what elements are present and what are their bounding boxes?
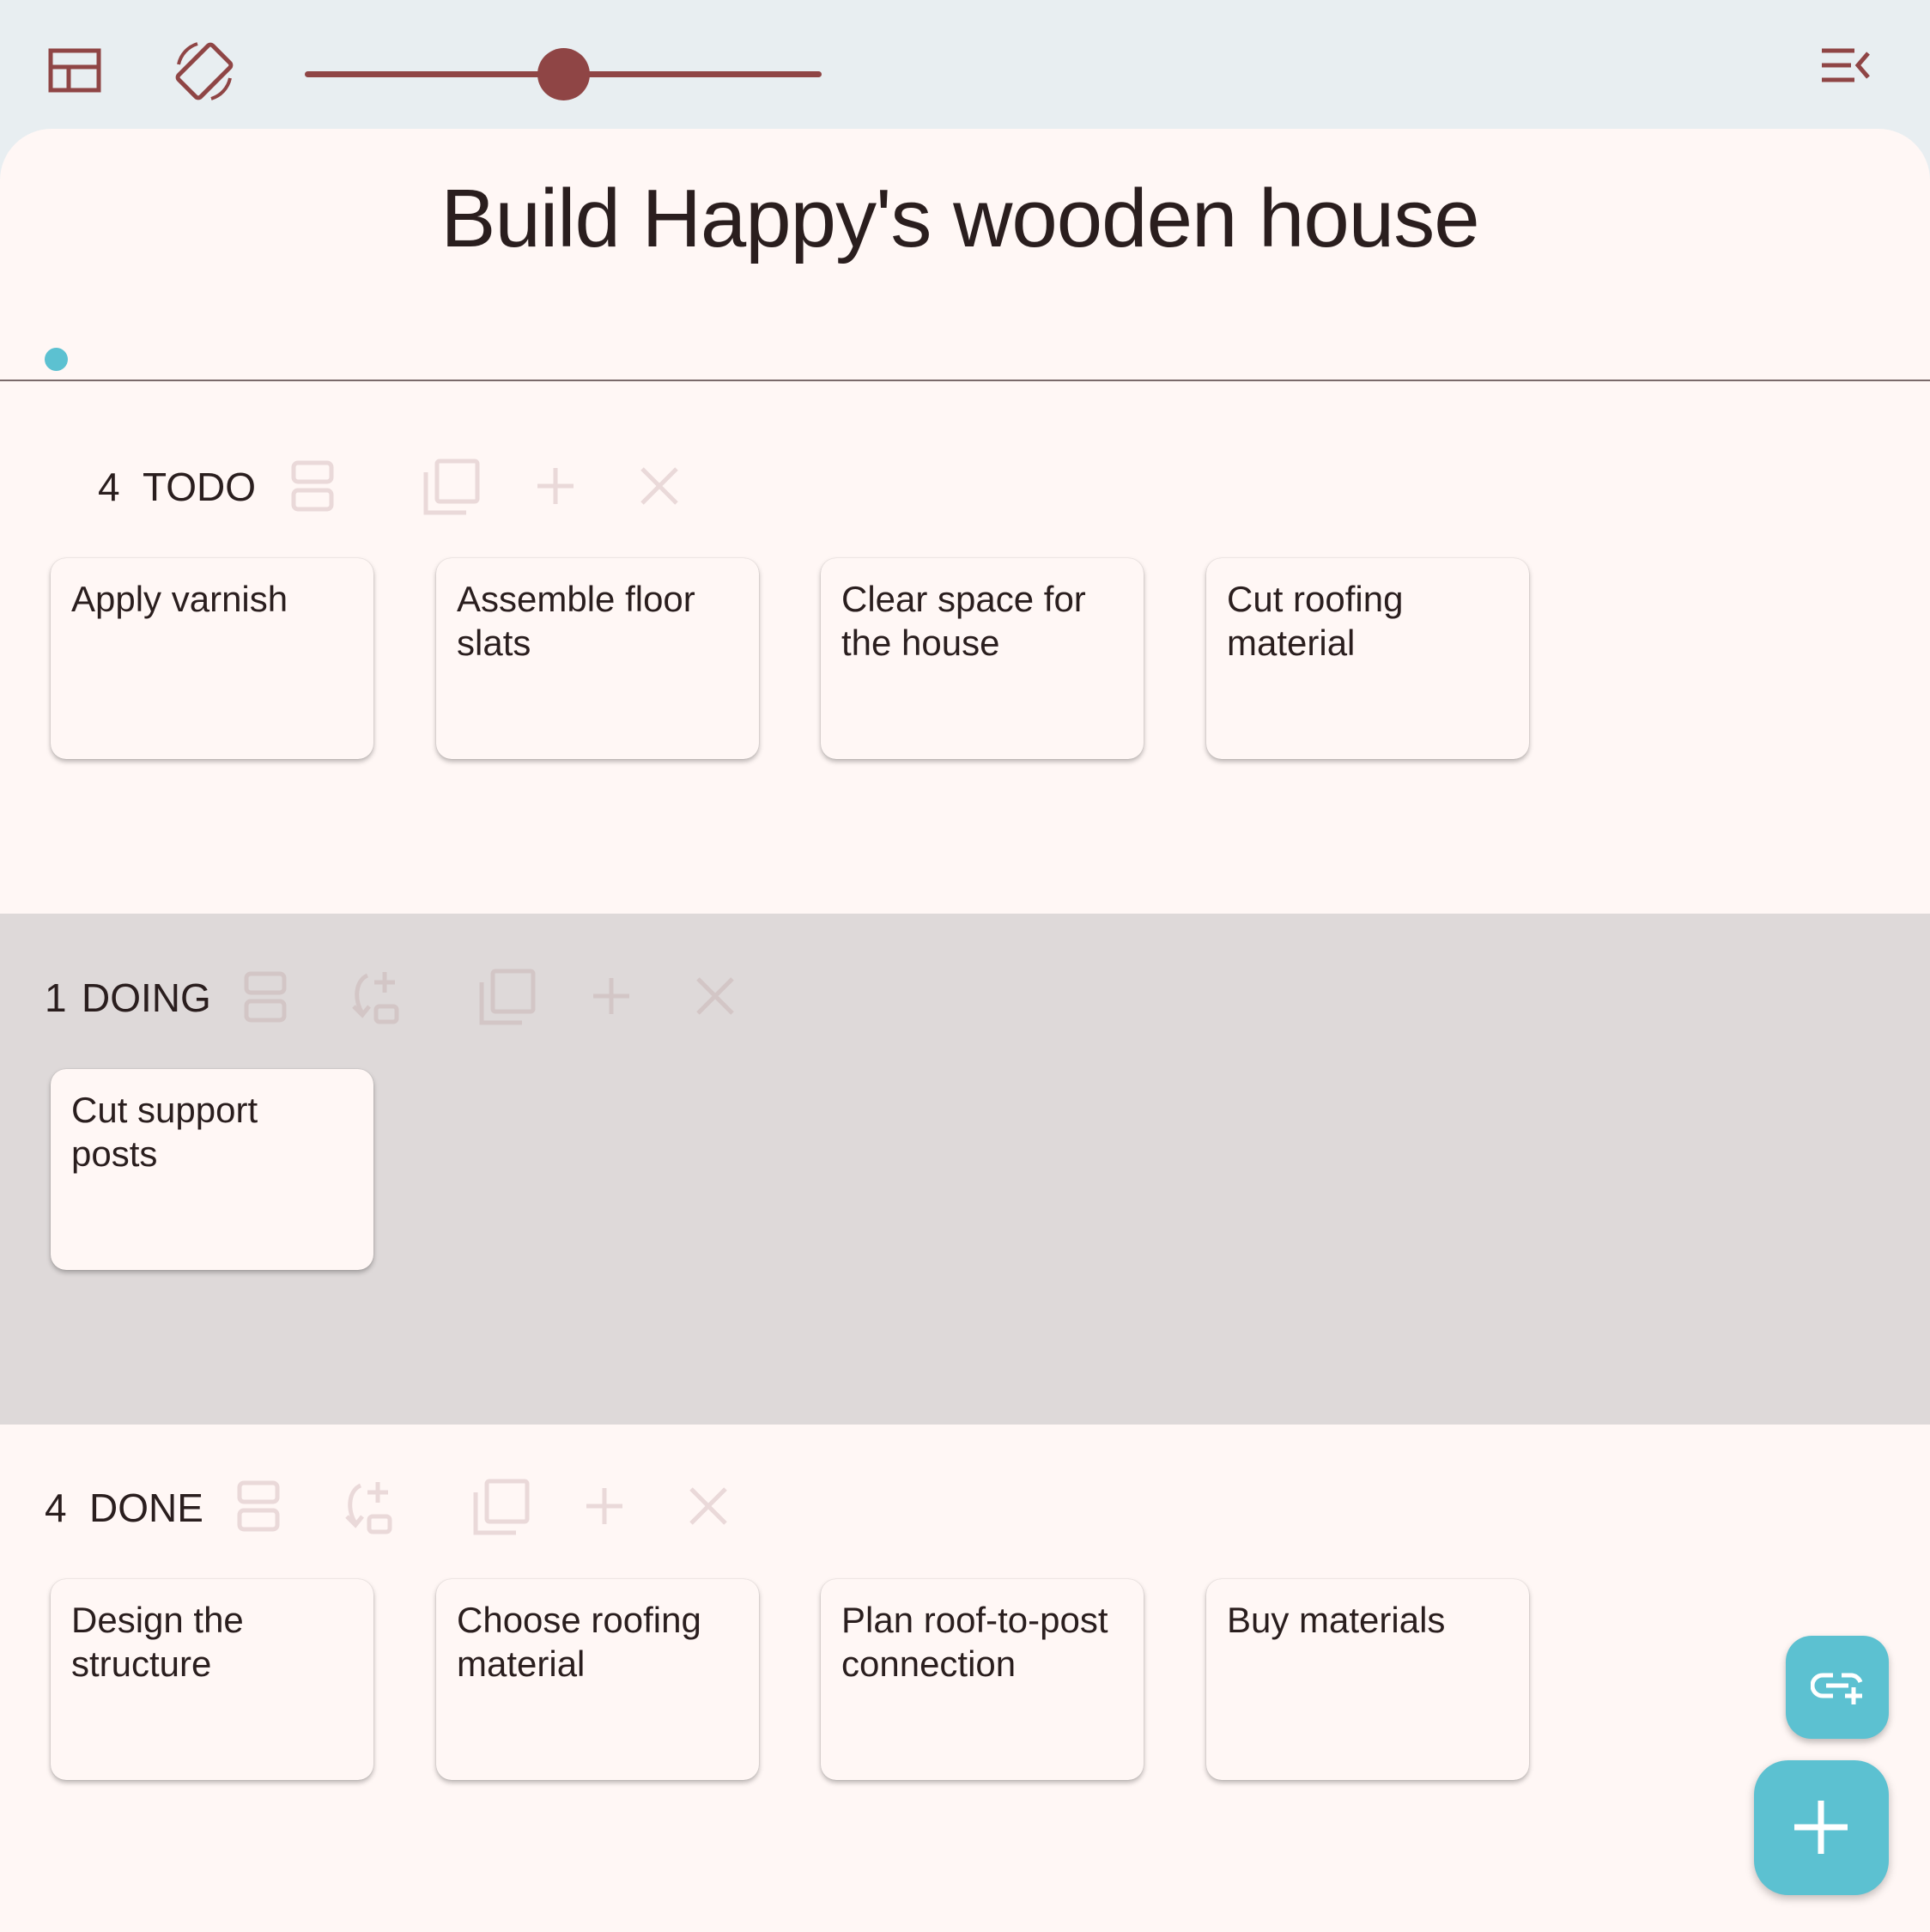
card-title: Plan roof-to-post connection — [841, 1600, 1108, 1684]
doing-count: 1 — [45, 975, 67, 1020]
add-card-icon[interactable] — [536, 466, 575, 506]
move-card-icon[interactable] — [343, 1479, 393, 1535]
card[interactable]: Assemble floor slats — [436, 558, 759, 759]
card-title: Assemble floor slats — [457, 579, 695, 663]
done-count: 4 — [45, 1485, 67, 1530]
add-button[interactable] — [1754, 1760, 1889, 1895]
card[interactable]: Cut roofing material — [1206, 558, 1529, 759]
card[interactable]: Apply varnish — [51, 558, 373, 759]
copy-icon[interactable] — [479, 969, 536, 1025]
card-title: Clear space for the house — [841, 579, 1086, 663]
top-toolbar — [0, 0, 1930, 129]
close-icon[interactable] — [695, 976, 735, 1016]
add-link-button[interactable] — [1786, 1636, 1889, 1739]
move-card-icon[interactable] — [350, 969, 400, 1025]
todo-indicator-dot — [45, 348, 68, 371]
todo-count: 4 — [98, 465, 120, 509]
close-icon[interactable] — [689, 1486, 728, 1526]
board-layout-icon[interactable] — [48, 48, 101, 93]
add-card-icon[interactable] — [592, 976, 631, 1016]
card-title: Buy materials — [1227, 1600, 1446, 1640]
card-title: Cut roofing material — [1227, 579, 1404, 663]
doing-title[interactable]: DOING — [82, 975, 211, 1021]
split-view-icon[interactable] — [291, 460, 334, 512]
copy-icon[interactable] — [473, 1479, 530, 1535]
plus-icon — [1793, 1799, 1849, 1856]
todo-title[interactable]: TODO — [143, 464, 256, 510]
card[interactable]: Buy materials — [1206, 1579, 1529, 1780]
slider-thumb[interactable] — [537, 48, 590, 100]
add-card-icon[interactable] — [585, 1486, 624, 1526]
card[interactable]: Clear space for the house — [821, 558, 1144, 759]
copy-icon[interactable] — [423, 459, 480, 515]
split-view-icon[interactable] — [237, 1480, 280, 1532]
card[interactable]: Design the structure — [51, 1579, 373, 1780]
screen-rotation-icon[interactable] — [172, 39, 237, 104]
card[interactable]: Choose roofing material — [436, 1579, 759, 1780]
menu-collapse-icon[interactable] — [1820, 46, 1872, 84]
add-link-icon — [1811, 1668, 1866, 1706]
board-title[interactable]: Build Happy's wooden house — [0, 172, 1920, 266]
card[interactable]: Cut support posts — [51, 1069, 373, 1270]
close-icon[interactable] — [640, 466, 679, 506]
card-title: Design the structure — [71, 1600, 244, 1684]
card-title: Choose roofing material — [457, 1600, 701, 1684]
split-view-icon[interactable] — [244, 971, 287, 1023]
done-title[interactable]: DONE — [89, 1485, 203, 1531]
card-title: Apply varnish — [71, 579, 288, 619]
title-divider — [0, 380, 1930, 381]
card[interactable]: Plan roof-to-post connection — [821, 1579, 1144, 1780]
card-title: Cut support posts — [71, 1090, 258, 1174]
